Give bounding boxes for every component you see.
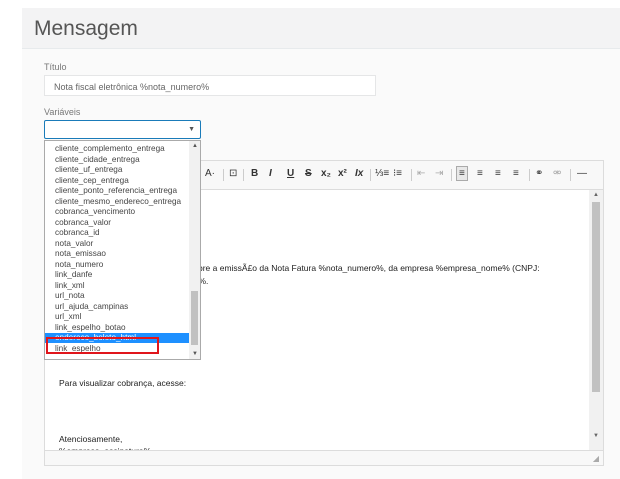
titulo-label: Título [44,62,67,72]
dropdown-option[interactable]: nota_emissao [55,249,106,258]
variaveis-label: Variáveis [44,107,81,117]
titulo-input[interactable]: Nota fiscal eletrônica %nota_numero% [44,75,376,96]
dropdown-option[interactable]: link_xml [55,281,85,290]
panel-header: Mensagem [22,8,620,49]
chevron-down-icon: ▼ [188,126,195,133]
italic-button[interactable]: I [269,168,272,179]
editor-scrollbar[interactable]: ▲ ▼ [589,190,603,453]
editor-text-line: Atenciosamente, [59,434,123,444]
dropdown-option[interactable]: url_nota [55,291,85,300]
scroll-up-icon[interactable]: ▲ [593,192,599,198]
unlink-button[interactable]: ⚮ [553,168,561,179]
page-title: Mensagem [34,17,138,40]
variaveis-select[interactable]: ▼ [44,120,201,139]
editor-text-line: Para visualizar cobrança, acesse: [59,378,187,388]
align-center-button[interactable]: ≡ [477,168,483,179]
dropdown-option[interactable]: cliente_cidade_entrega [55,155,140,164]
resize-grip-icon[interactable]: ◢ [593,454,599,463]
dropdown-scrollbar[interactable]: ▲ ▼ [189,141,200,359]
insert-media-button[interactable]: ⊡ [229,168,237,179]
superscript-button[interactable]: x² [338,168,347,179]
editor-statusbar: ◢ [45,450,603,465]
scroll-up-icon[interactable]: ▲ [192,143,198,149]
toolbar-separator [370,169,371,181]
clear-format-button[interactable]: Ix [355,168,363,179]
align-left-button[interactable]: ≡ [456,166,468,181]
dropdown-option[interactable]: cliente_ponto_referencia_entrega [55,186,177,195]
dropdown-option[interactable]: cobranca_vencimento [55,207,135,216]
ordered-list-button[interactable]: ⅓≡ [375,168,389,179]
strikethrough-button[interactable]: S [305,168,312,179]
toolbar-separator [243,169,244,181]
indent-button[interactable]: ⇥ [435,168,443,179]
toolbar-separator [223,169,224,181]
align-justify-button[interactable]: ≡ [513,168,519,179]
dropdown-option[interactable]: link_danfe [55,270,92,279]
bold-button[interactable]: B [251,168,258,179]
toolbar-separator [570,169,571,181]
dropdown-option[interactable]: cliente_complemento_entrega [55,144,165,153]
link-button[interactable]: ⚭ [535,168,543,179]
variaveis-dropdown-list[interactable]: cliente_complemento_entrega cliente_cidad… [44,140,201,360]
toolbar-separator [411,169,412,181]
dropdown-option[interactable]: nota_valor [55,239,93,248]
align-right-button[interactable]: ≡ [495,168,501,179]
outdent-button[interactable]: ⇤ [417,168,425,179]
dropdown-option[interactable]: cliente_mesmo_endereco_entrega [55,197,181,206]
toolbar-separator [451,169,452,181]
subscript-button[interactable]: x₂ [321,168,331,179]
editor-scrollbar-thumb[interactable] [592,202,600,392]
scroll-down-icon[interactable]: ▼ [192,351,198,357]
dropdown-option[interactable]: cobranca_id [55,228,100,237]
dropdown-option[interactable]: url_ajuda_campinas [55,302,128,311]
dropdown-scrollbar-thumb[interactable] [191,291,198,345]
dropdown-option[interactable]: cobranca_valor [55,218,111,227]
bullet-list-button[interactable]: ⁝≡ [393,168,402,179]
dropdown-option[interactable]: url_xml [55,312,81,321]
underline-button[interactable]: U [287,168,294,179]
dropdown-option[interactable]: link_espelho_botao [55,323,126,332]
toolbar-separator [529,169,530,181]
editor-text-line: sobre a emissÃ£o da Nota Fatura %nota_nu… [189,263,540,273]
selection-highlight-box [46,337,159,354]
dropdown-option[interactable]: cliente_uf_entrega [55,165,122,174]
block-format-button[interactable]: A· [205,168,215,179]
scroll-down-icon[interactable]: ▼ [593,433,599,439]
dropdown-option[interactable]: nota_numero [55,260,103,269]
dropdown-option[interactable]: cliente_cep_entrega [55,176,129,185]
horizontal-rule-button[interactable]: ― [577,168,587,179]
